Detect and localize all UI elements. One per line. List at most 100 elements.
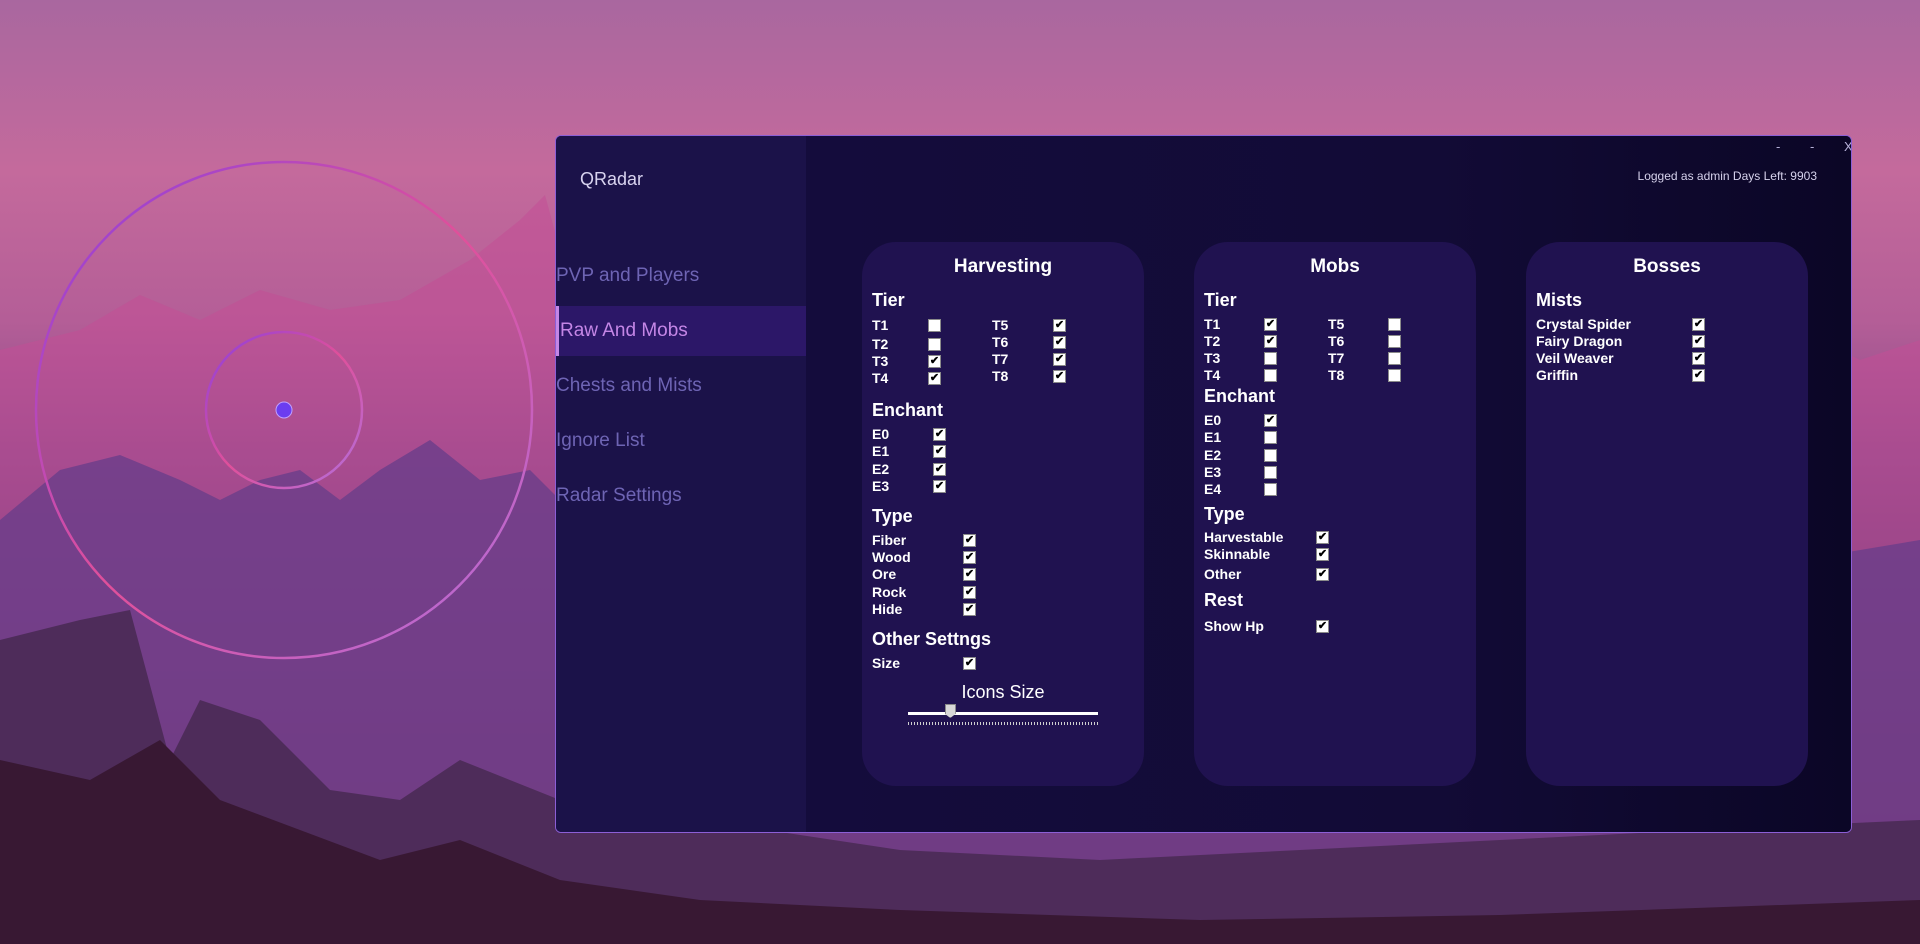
enchant-label: E3 — [1204, 464, 1222, 480]
checkbox-m-e2[interactable] — [1264, 449, 1277, 462]
checkbox-h-size[interactable]: ✔ — [963, 657, 976, 670]
checkbox-h-e2[interactable]: ✔ — [933, 463, 946, 476]
enchant-label: E2 — [872, 461, 890, 477]
login-status: Logged as admin Days Left: 9903 — [1637, 169, 1817, 183]
checkbox-b-griffin[interactable]: ✔ — [1692, 369, 1705, 382]
checkbox-h-e1[interactable]: ✔ — [933, 445, 946, 458]
checkbox-m-e0[interactable]: ✔ — [1264, 414, 1277, 427]
type-label: Hide — [872, 601, 903, 617]
tier-label: T3 — [1204, 350, 1221, 366]
app-title: QRadar — [580, 169, 644, 189]
icons-size-slider-thumb[interactable] — [944, 704, 956, 718]
icons-size-slider-track[interactable] — [908, 712, 1098, 715]
main-content: - - X Logged as admin Days Left: 9903 Ha… — [806, 136, 1851, 832]
radar-player-dot — [275, 401, 293, 419]
radar-overlay — [34, 160, 534, 660]
section-title: Tier — [872, 290, 905, 310]
enchant-label: E1 — [1204, 429, 1222, 445]
tier-label: T7 — [992, 351, 1009, 367]
checkbox-m-t8[interactable] — [1388, 369, 1401, 382]
nav-item-pvp-and-players[interactable]: PVP and Players — [556, 251, 806, 301]
checkbox-h-t7[interactable]: ✔ — [1053, 353, 1066, 366]
checkbox-m-show-hp[interactable]: ✔ — [1316, 620, 1329, 633]
checkbox-h-t1[interactable] — [928, 319, 941, 332]
tier-label: T2 — [872, 336, 889, 352]
tier-label: T5 — [992, 317, 1009, 333]
tier-label: T6 — [992, 334, 1009, 350]
sidebar: QRadar PVP and Players Raw And Mobs Ches… — [556, 136, 806, 832]
maximize-button[interactable]: - — [1810, 139, 1814, 154]
enchant-label: E4 — [1204, 481, 1222, 497]
type-label: Skinnable — [1204, 546, 1271, 562]
boss-label: Fairy Dragon — [1536, 333, 1623, 349]
checkbox-b-veil-weaver[interactable]: ✔ — [1692, 352, 1705, 365]
panel-title: Bosses — [1633, 256, 1701, 277]
nav-item-raw-and-mobs[interactable]: Raw And Mobs — [556, 306, 806, 356]
checkbox-h-ore[interactable]: ✔ — [963, 568, 976, 581]
section-title: Mists — [1536, 290, 1583, 310]
checkbox-m-t3[interactable] — [1264, 352, 1277, 365]
checkbox-h-t8[interactable]: ✔ — [1053, 370, 1066, 383]
section-title: Type — [872, 506, 913, 526]
checkbox-m-harvestable[interactable]: ✔ — [1316, 531, 1329, 544]
checkbox-h-rock[interactable]: ✔ — [963, 586, 976, 599]
checkbox-h-hide[interactable]: ✔ — [963, 603, 976, 616]
checkbox-m-other[interactable]: ✔ — [1316, 568, 1329, 581]
checkbox-h-wood[interactable]: ✔ — [963, 551, 976, 564]
checkbox-m-e3[interactable] — [1264, 466, 1277, 479]
checkbox-m-t5[interactable] — [1388, 318, 1401, 331]
show-hp-label: Show Hp — [1204, 618, 1264, 634]
nav-item-ignore-list[interactable]: Ignore List — [556, 416, 806, 466]
sidebar-nav: PVP and Players Raw And Mobs Chests and … — [556, 251, 806, 526]
enchant-label: E1 — [872, 443, 890, 459]
section-title: Rest — [1204, 590, 1244, 610]
section-title: Enchant — [1204, 386, 1276, 406]
checkbox-m-e4[interactable] — [1264, 483, 1277, 496]
harvesting-panel: Harvesting Tier T1 T2 T3 ✔ T4 ✔ T5 ✔ T6 … — [862, 242, 1144, 786]
checkbox-h-fiber[interactable]: ✔ — [963, 534, 976, 547]
tier-label: T8 — [1328, 367, 1345, 383]
panel-title: Mobs — [1310, 256, 1360, 277]
boss-label: Veil Weaver — [1536, 350, 1614, 366]
checkbox-h-e0[interactable]: ✔ — [933, 428, 946, 441]
checkbox-m-skinnable[interactable]: ✔ — [1316, 548, 1329, 561]
checkbox-m-t7[interactable] — [1388, 352, 1401, 365]
boss-label: Griffin — [1536, 367, 1578, 383]
checkbox-h-t2[interactable] — [928, 338, 941, 351]
enchant-label: E3 — [872, 478, 890, 494]
bosses-panel: Bosses Mists Crystal Spider ✔ Fairy Drag… — [1526, 242, 1808, 786]
tier-label: T7 — [1328, 350, 1345, 366]
icons-size-slider-ticks — [908, 722, 1098, 725]
checkbox-m-e1[interactable] — [1264, 431, 1277, 444]
checkbox-b-fairy-dragon[interactable]: ✔ — [1692, 335, 1705, 348]
checkbox-h-t6[interactable]: ✔ — [1053, 336, 1066, 349]
checkbox-h-t3[interactable]: ✔ — [928, 355, 941, 368]
checkbox-b-crystal-spider[interactable]: ✔ — [1692, 318, 1705, 331]
checkbox-h-t5[interactable]: ✔ — [1053, 319, 1066, 332]
type-label: Wood — [872, 549, 911, 565]
size-label: Size — [872, 655, 901, 671]
type-label: Ore — [872, 566, 897, 582]
mobs-panel: Mobs Tier T1 ✔ T2 ✔ T3 T4 T5 T6 T7 T8 En… — [1194, 242, 1476, 786]
nav-item-radar-settings[interactable]: Radar Settings — [556, 471, 806, 521]
type-label: Other — [1204, 566, 1242, 582]
tier-label: T6 — [1328, 333, 1345, 349]
tier-label: T1 — [872, 317, 889, 333]
tier-label: T5 — [1328, 316, 1345, 332]
checkbox-m-t4[interactable] — [1264, 369, 1277, 382]
section-title: Other Settngs — [872, 629, 992, 649]
type-label: Rock — [872, 584, 907, 600]
type-label: Harvestable — [1204, 529, 1284, 545]
nav-item-chests-and-mists[interactable]: Chests and Mists — [556, 361, 806, 411]
tier-label: T1 — [1204, 316, 1221, 332]
enchant-label: E0 — [872, 426, 890, 442]
checkbox-m-t6[interactable] — [1388, 335, 1401, 348]
checkbox-h-e3[interactable]: ✔ — [933, 480, 946, 493]
checkbox-m-t1[interactable]: ✔ — [1264, 318, 1277, 331]
close-button[interactable]: X — [1844, 139, 1851, 154]
checkbox-m-t2[interactable]: ✔ — [1264, 335, 1277, 348]
tier-label: T4 — [872, 370, 889, 386]
minimize-button[interactable]: - — [1776, 139, 1780, 154]
checkbox-h-t4[interactable]: ✔ — [928, 372, 941, 385]
tier-label: T2 — [1204, 333, 1221, 349]
